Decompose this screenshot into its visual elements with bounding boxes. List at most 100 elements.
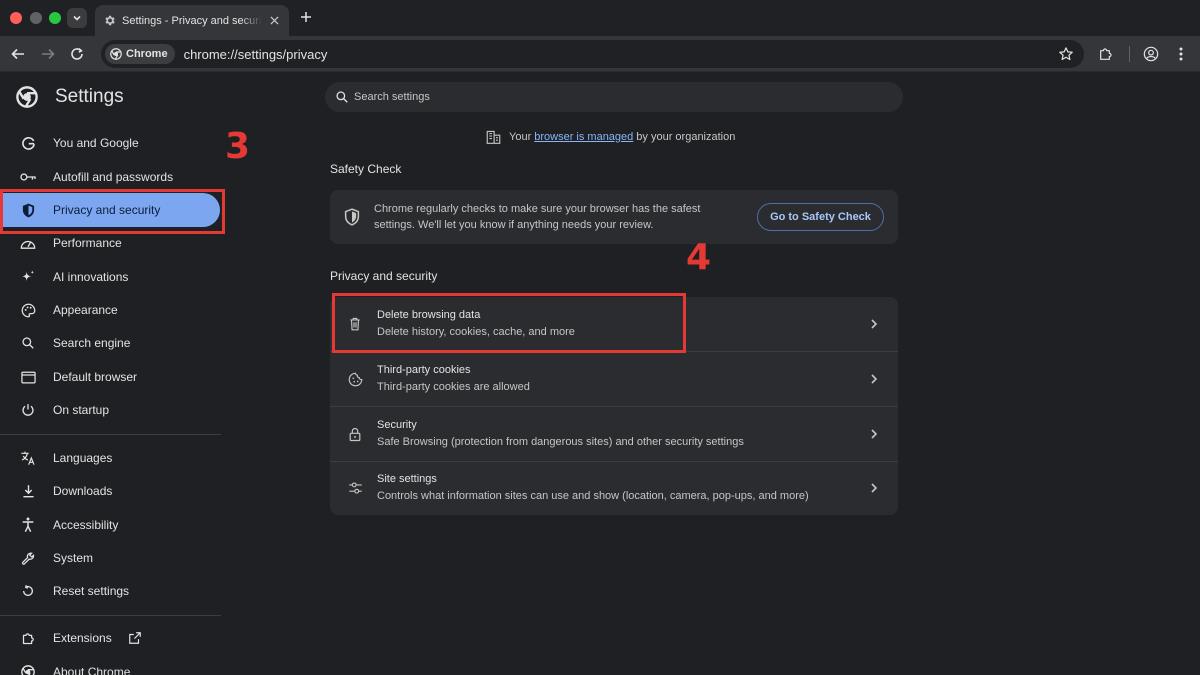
row-third-party-cookies[interactable]: Third-party cookies Third-party cookies … [330,352,898,406]
row-subtitle: Safe Browsing (protection from dangerous… [377,436,744,448]
chevron-down-icon [73,15,81,21]
menu-button[interactable] [1172,45,1190,63]
reload-icon [71,47,83,60]
sidebar-item-default-browser[interactable]: Default browser [0,360,222,394]
sidebar-item-label: On startup [53,403,110,417]
sidebar-item-label: Languages [53,451,113,465]
sidebar-item-label: AI innovations [53,270,129,284]
annotation-step-4: 4 [686,237,712,278]
annotation-highlight-box-delete-row [332,293,686,353]
sliders-icon [346,479,364,497]
chrome-logo-icon [16,86,38,108]
sidebar-item-about-chrome[interactable]: About Chrome [0,655,222,675]
safety-check-heading: Safety Check [330,162,402,176]
managed-link[interactable]: browser is managed [534,131,633,143]
toolbar-divider [1129,46,1130,62]
chrome-icon [110,48,122,60]
site-info-chip[interactable]: Chrome [105,44,175,64]
tab-search-button[interactable] [67,8,87,28]
row-subtitle: Third-party cookies are allowed [377,381,530,393]
go-to-safety-check-button[interactable]: Go to Safety Check [757,203,884,231]
sidebar-item-label: About Chrome [53,665,131,675]
arrow-left-icon [11,48,24,60]
managed-notice: Your browser is managed by your organiza… [486,130,735,144]
cookie-icon [346,370,364,388]
row-subtitle: Controls what information sites can use … [377,490,809,502]
puzzle-icon [1100,48,1112,60]
profile-button[interactable] [1142,45,1160,63]
address-bar[interactable]: Chrome chrome://settings/privacy [101,40,1084,68]
sidebar-item-extensions[interactable]: Extensions [0,621,222,655]
sidebar-item-label: Performance [53,236,122,250]
more-vertical-icon [1179,47,1183,61]
translate-icon [19,449,37,467]
row-title: Security [377,419,417,431]
browser-window-icon [19,368,37,386]
open-in-new-icon [129,632,141,644]
close-tab-button[interactable] [267,13,281,27]
row-security[interactable]: Security Safe Browsing (protection from … [330,407,898,461]
sidebar-item-label: System [53,551,94,565]
tab-settings[interactable]: Settings - Privacy and security [95,5,289,36]
sidebar-item-reset-settings[interactable]: Reset settings [0,574,222,608]
sidebar-divider [0,615,221,616]
row-site-settings[interactable]: Site settings Controls what information … [330,461,898,515]
close-window-button[interactable] [10,12,22,24]
chrome-icon [19,663,37,675]
key-icon [19,168,37,186]
new-tab-button[interactable] [298,9,314,25]
settings-title: Settings [55,86,124,107]
search-icon [19,334,37,352]
back-button[interactable] [9,45,27,63]
safety-check-card: Chrome regularly checks to make sure you… [330,190,898,244]
row-title: Third-party cookies [377,364,471,376]
lock-icon [346,425,364,443]
bookmark-star-icon[interactable] [1058,46,1074,62]
sidebar-item-label: Accessibility [53,518,119,532]
settings-search[interactable] [325,82,903,112]
sidebar-item-search-engine[interactable]: Search engine [0,326,222,360]
sidebar-item-appearance[interactable]: Appearance [0,293,222,327]
settings-page: Settings You and Google Autofill and pas… [0,73,1200,675]
sidebar-item-label: Default browser [53,370,138,384]
puzzle-icon [19,629,37,647]
chevron-right-icon [871,483,878,493]
sidebar-item-label: Extensions [53,631,112,645]
tab-title: Settings - Privacy and security [122,14,262,27]
managed-suffix: by your organization [636,131,736,143]
extensions-button[interactable] [1097,45,1115,63]
sidebar-item-downloads[interactable]: Downloads [0,474,222,508]
sparkle-icon [19,268,37,286]
sidebar-item-label: Appearance [53,303,118,317]
minimize-window-button[interactable] [30,12,42,24]
arrow-right-icon [42,48,55,60]
sidebar-item-accessibility[interactable]: Accessibility [0,508,222,542]
chevron-right-icon [871,319,878,329]
search-icon [336,91,348,103]
google-g-icon [19,134,37,152]
sidebar-item-languages[interactable]: Languages [0,441,222,475]
sidebar-item-on-startup[interactable]: On startup [0,393,222,427]
url-text: chrome://settings/privacy [183,46,328,62]
gear-icon [105,15,115,26]
search-input[interactable] [354,91,874,103]
sidebar-item-ai-innovations[interactable]: AI innovations [0,260,222,294]
chevron-right-icon [871,374,878,384]
sidebar-item-system[interactable]: System [0,541,222,575]
sidebar-item-you-and-google[interactable]: You and Google [0,126,222,160]
annotation-step-3: 3 [225,126,251,167]
reload-button[interactable] [68,45,86,63]
chevron-right-icon [871,429,878,439]
forward-button[interactable] [39,45,57,63]
sidebar-item-label: Autofill and passwords [53,170,174,184]
plus-icon [301,12,311,22]
accessibility-icon [19,516,37,534]
site-chip-label: Chrome [126,48,168,60]
sidebar-item-label: Reset settings [53,584,130,598]
palette-icon [19,301,37,319]
maximize-window-button[interactable] [49,12,61,24]
privacy-section-heading: Privacy and security [330,269,438,283]
safety-check-description: Chrome regularly checks to make sure you… [374,203,701,231]
managed-prefix: Your [509,131,532,143]
sidebar-item-label: Search engine [53,336,131,350]
